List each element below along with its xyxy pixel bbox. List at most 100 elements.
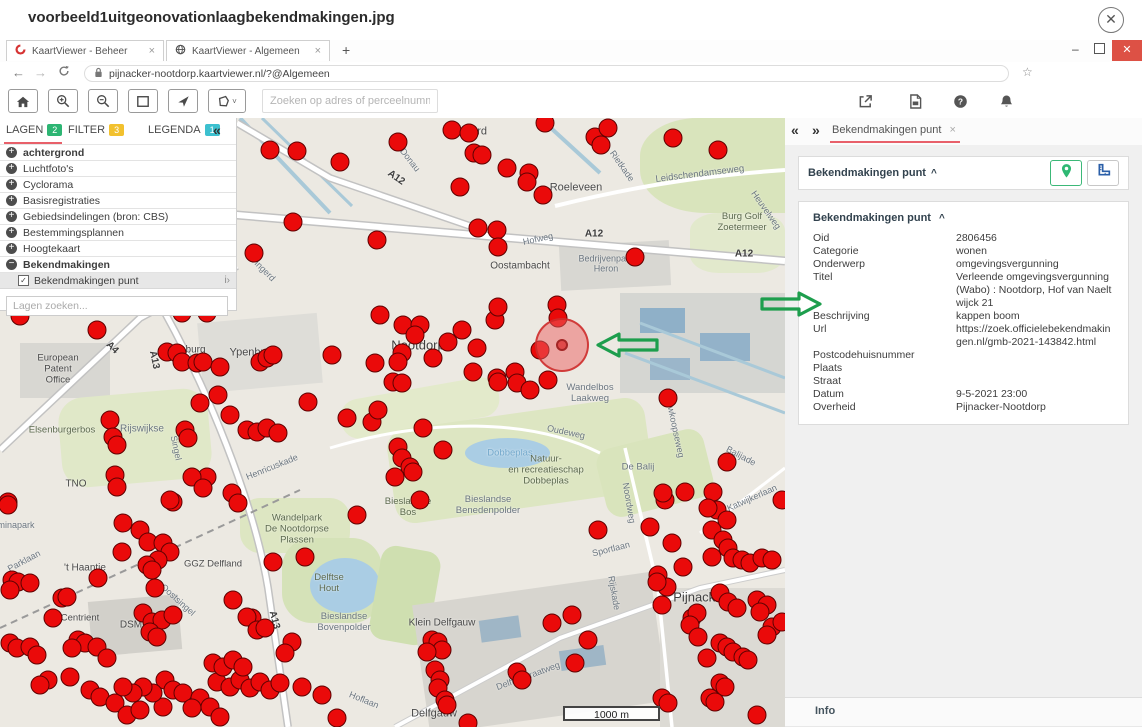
announcement-dot[interactable] <box>676 483 695 502</box>
announcement-dot[interactable] <box>31 676 50 695</box>
announcement-dot[interactable] <box>664 129 683 148</box>
window-close-button[interactable]: ✕ <box>1112 40 1142 61</box>
measure-button[interactable] <box>1087 160 1119 186</box>
extent-button[interactable] <box>128 89 158 113</box>
panel-tab-bekendmakingen-punt[interactable]: Bekendmakingen punt × <box>832 124 956 136</box>
announcement-dot[interactable] <box>131 701 150 720</box>
announcement-dot[interactable] <box>371 306 390 325</box>
tab-lagen[interactable]: LAGEN 2 <box>6 124 62 136</box>
announcement-dot[interactable] <box>296 548 315 567</box>
announcement-dot[interactable] <box>63 639 82 658</box>
browser-tab-beheer[interactable]: KaartViewer - Beheer × <box>6 40 164 61</box>
announcement-dot[interactable] <box>108 436 127 455</box>
announcement-dot[interactable] <box>543 614 562 633</box>
announcement-dot[interactable] <box>211 358 230 377</box>
expand-tree-icon[interactable]: + <box>6 227 17 238</box>
announcement-dot[interactable] <box>451 178 470 197</box>
announcement-dot[interactable] <box>424 349 443 368</box>
announcement-dot[interactable] <box>44 609 63 628</box>
expand-tree-icon[interactable]: + <box>6 179 17 190</box>
tab-close-icon[interactable]: × <box>315 45 321 57</box>
url-field[interactable]: pijnacker-nootdorp.kaartviewer.nl/?@Alge… <box>84 65 1009 82</box>
panel-collapse-icon[interactable]: « <box>791 122 799 138</box>
layer-row[interactable]: −Bekendmakingen <box>0 257 236 273</box>
announcement-dot[interactable] <box>113 543 132 562</box>
sublayer-bekendmakingen-punt[interactable]: ✓ Bekendmakingen punt i› <box>0 273 236 289</box>
announcement-dot[interactable] <box>699 499 718 518</box>
announcement-dot[interactable] <box>709 141 728 160</box>
announcement-dot[interactable] <box>1 581 20 600</box>
announcement-dot[interactable] <box>773 491 786 510</box>
announcement-dot[interactable] <box>194 479 213 498</box>
announcement-dot[interactable] <box>271 674 290 693</box>
announcement-dot[interactable] <box>164 606 183 625</box>
sidebar-collapse-icon[interactable]: « <box>213 122 221 138</box>
announcement-dot[interactable] <box>224 591 243 610</box>
announcement-dot[interactable] <box>663 534 682 553</box>
announcement-dot[interactable] <box>464 363 483 382</box>
expand-tree-icon[interactable]: + <box>6 195 17 206</box>
announcement-dot[interactable] <box>468 339 487 358</box>
back-icon[interactable]: ← <box>12 65 25 80</box>
announcement-dot[interactable] <box>229 494 248 513</box>
announcement-dot[interactable] <box>338 409 357 428</box>
announcement-dot[interactable] <box>418 643 437 662</box>
announcement-dot[interactable] <box>89 569 108 588</box>
announcement-dot[interactable] <box>98 649 117 668</box>
announcement-dot[interactable] <box>689 628 708 647</box>
expand-tree-icon[interactable]: + <box>6 163 17 174</box>
announcement-dot[interactable] <box>739 651 758 670</box>
announcement-dot[interactable] <box>191 394 210 413</box>
announcement-dot[interactable] <box>221 406 240 425</box>
announcement-dot[interactable] <box>443 121 462 140</box>
layer-row[interactable]: +Luchtfoto's <box>0 161 236 177</box>
announcement-dot[interactable] <box>143 561 162 580</box>
expand-tree-icon[interactable]: + <box>6 147 17 158</box>
announcement-dot[interactable] <box>589 521 608 540</box>
announcement-dot[interactable] <box>758 626 777 645</box>
announcement-dot[interactable] <box>579 631 598 650</box>
announcement-dot[interactable] <box>269 424 288 443</box>
tab-close-icon[interactable]: × <box>149 45 155 57</box>
announcement-dot[interactable] <box>521 381 540 400</box>
new-tab-button[interactable]: + <box>342 42 350 58</box>
announcement-dot[interactable] <box>58 588 77 607</box>
announcement-dot[interactable] <box>460 124 479 143</box>
tab-filter[interactable]: FILTER 3 <box>68 124 124 136</box>
announcement-dot[interactable] <box>414 419 433 438</box>
pdf-file-icon[interactable] <box>905 91 925 111</box>
announcement-dot[interactable] <box>703 548 722 567</box>
announcement-dot[interactable] <box>234 658 253 677</box>
attributes-subsection-header[interactable]: Bekendmakingen punt ^ <box>811 208 1116 232</box>
selected-point-marker[interactable] <box>556 339 568 351</box>
announcement-dot[interactable] <box>566 654 585 673</box>
announcement-dot[interactable] <box>261 141 280 160</box>
announcement-dot[interactable] <box>245 244 264 263</box>
help-icon[interactable]: ? <box>950 91 970 111</box>
layer-row[interactable]: +achtergrond <box>0 145 236 161</box>
announcement-dot[interactable] <box>659 389 678 408</box>
layer-options-icon[interactable]: i› <box>224 275 230 286</box>
announcement-dot[interactable] <box>323 346 342 365</box>
announcement-dot[interactable] <box>563 606 582 625</box>
home-button[interactable] <box>8 89 38 113</box>
refresh-icon[interactable] <box>58 65 70 80</box>
select-polygon-button[interactable]: ˅ <box>208 89 246 113</box>
share-icon[interactable] <box>855 91 875 111</box>
window-restore-button[interactable] <box>1094 43 1105 54</box>
announcement-dot[interactable] <box>299 393 318 412</box>
announcement-dot[interactable] <box>653 596 672 615</box>
announcement-dot[interactable] <box>348 506 367 525</box>
announcement-dot[interactable] <box>288 142 307 161</box>
announcement-dot[interactable] <box>28 646 47 665</box>
search-input[interactable] <box>262 89 438 113</box>
panel-tab-close-icon[interactable]: × <box>950 124 956 136</box>
announcement-dot[interactable] <box>369 401 388 420</box>
announcement-dot[interactable] <box>513 671 532 690</box>
window-minimize-button[interactable]: – <box>1072 42 1079 56</box>
bell-icon[interactable] <box>996 91 1016 111</box>
announcement-dot[interactable] <box>366 354 385 373</box>
announcement-dot[interactable] <box>698 649 717 668</box>
announcement-dot[interactable] <box>406 326 425 345</box>
announcement-dot[interactable] <box>659 694 678 713</box>
